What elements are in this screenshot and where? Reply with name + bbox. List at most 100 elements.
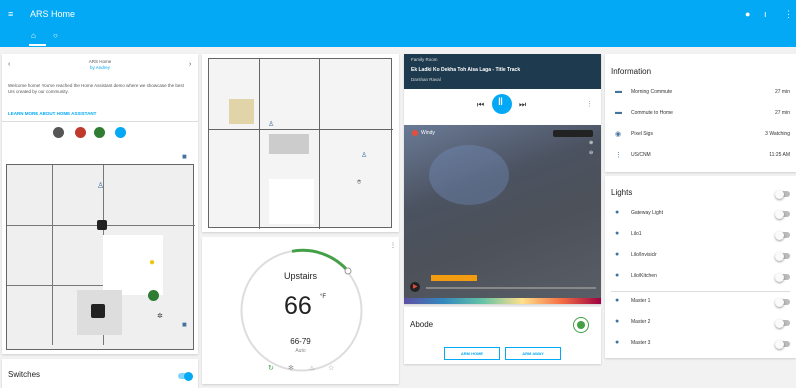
light-toggle [775,272,790,282]
switches-title: Switches [8,370,41,379]
map-label: Windy [421,130,435,136]
alarm-card: Abode ARM HOME ARM AWAY [404,307,601,364]
lightbulb-icon: ● [615,318,620,325]
light-row[interactable]: ● Gateway Light [605,205,796,225]
map-timeline-badge[interactable] [431,275,477,281]
divider [2,121,198,122]
auto-mode-icon[interactable]: ↻ [268,364,274,372]
welcome-author[interactable]: by Andrey [2,65,198,70]
alarm-name: Abode [410,320,434,329]
switch-toggle[interactable] [178,371,193,381]
lightbulb-icon: ● [615,272,620,279]
lightbulb-icon[interactable]: ● [149,257,155,268]
zoom-in-icon[interactable]: ⊕ [589,140,593,146]
thermostat-unit: °F [320,294,327,300]
zoom-out-icon[interactable]: ⊖ [589,150,593,156]
eco-mode-icon[interactable]: ☆ [328,364,334,372]
media-track: Ek Ladki Ko Dekha Toh Aisa Laga - Title … [411,67,521,73]
cool-mode-icon[interactable]: ✻ [288,364,294,372]
app-header: ≡ ARS Home ● ı ⋮ ⌂ ○ [0,0,796,47]
badge-icon[interactable] [53,127,64,138]
person-icon[interactable]: ♙ [97,181,104,190]
info-row[interactable]: ◉ Pixel Sigs 3 Watching [605,126,796,146]
switches-card: Switches [2,359,198,388]
alarm-status-icon[interactable] [573,317,589,333]
person-bedroom-icon[interactable]: ♙ [361,151,367,159]
bell-icon[interactable]: ● [745,9,750,19]
map-play-button[interactable]: ▶ [410,282,420,292]
light-toggle [775,209,790,219]
floorplan-image [6,164,195,350]
media-source: Family Room [411,57,438,62]
speaker-icon[interactable] [97,220,107,230]
floorplan-upstairs-image [208,58,393,229]
lightbulb-icon: ● [615,339,620,346]
thermostat-mode: Auto [295,348,306,354]
more-vert-icon[interactable]: ⋮ [390,242,396,249]
light-row[interactable]: ● Lilo/Invisiclr [605,247,796,267]
light-toggle [775,251,790,261]
sensor-badge-icon[interactable] [148,290,159,301]
weather-badge-icon[interactable] [115,127,126,138]
info-row[interactable]: ⋮ US/CNM 11:25 AM [605,147,796,167]
lightbulb-icon: ● [615,251,620,258]
lights-master-toggle[interactable] [775,189,790,199]
weather-map[interactable]: Windy ⊕ ⊖ ▶ [404,125,601,304]
heat-mode-icon[interactable]: ♨ [309,364,315,372]
camera-badge-icon[interactable] [75,127,86,138]
menu-icon[interactable]: ≡ [8,9,13,19]
lightbulb-icon: ● [615,230,620,237]
learn-more-link[interactable]: LEARN MORE ABOUT HOME ASSISTANT [8,111,96,116]
lightbulb-icon: ● [615,297,620,304]
info-row[interactable]: ▬ Commute to Home 27 min [605,105,796,125]
previous-icon[interactable]: ⏮ [477,100,484,110]
arm-away-button[interactable]: ARM AWAY [505,347,561,360]
arm-home-button[interactable]: ARM HOME [444,347,500,360]
welcome-card: ‹ › ARS Home by Andrey Welcome home! You… [2,54,198,354]
next-icon[interactable]: ⏭ [519,100,526,110]
light-row[interactable]: ● Lilo/Kitchen [605,268,796,288]
media-artist: Darshan Raval [411,77,441,82]
info-row[interactable]: ▬ Morning Commute 27 min [605,84,796,104]
media-card: Family Room Ek Ladki Ko Dekha Toh Aisa L… [404,54,601,125]
floorplan-card: ♙ ♙ ⌾ [202,54,399,232]
map-timeline[interactable] [426,287,596,289]
clock-icon: ⋮ [615,152,622,159]
lightbulb-icon: ● [615,209,620,216]
play-pause-button[interactable]: ‖ [492,94,512,114]
light-row[interactable]: ● Master 3 [605,335,796,355]
person-upstairs-icon[interactable]: ♙ [268,120,274,128]
thermostat-card: ⋮ Upstairs 66 °F 66-79 Auto ↻ ✻ ♨ ☆ [202,237,399,384]
light-row[interactable]: ● Lilo1 [605,226,796,246]
welcome-text: Welcome home! You've reached the Home As… [8,83,184,94]
status-badge-icon[interactable] [94,127,105,138]
circle-tab-icon[interactable]: ○ [53,31,58,41]
more-vert-icon[interactable]: ⋮ [586,100,593,108]
home-icon[interactable]: ⌂ [31,31,36,41]
eye-icon: ◉ [615,131,622,138]
camera-corner-icon[interactable]: ■ [182,152,187,161]
map-search[interactable] [553,130,593,137]
thermostat-range: 66-79 [290,337,311,346]
car-icon: ▬ [615,109,622,116]
light-row[interactable]: ● Master 1 [605,293,796,313]
car-icon: ▬ [615,88,622,95]
light-row[interactable]: ● Master 2 [605,314,796,334]
camera-device-icon[interactable] [91,304,105,318]
microphone-icon[interactable]: ı [764,9,767,19]
lights-card: Lights ● Gateway Light ● Lilo1 ● Lilo/Invis… [605,176,796,358]
fan-icon[interactable]: ✲ [157,312,163,320]
thermostat-name: Upstairs [283,271,317,281]
active-tab-indicator [29,44,46,46]
more-vert-icon[interactable]: ⋮ [784,9,793,19]
camera-corner-icon-2[interactable]: ■ [182,320,187,329]
thermostat-temp: 66 [284,292,312,320]
information-title: Information [611,67,652,76]
light-toggle [775,297,790,307]
lights-title: Lights [611,188,633,197]
light-toggle [775,318,790,328]
windy-logo-icon [412,130,418,136]
light-toggle [775,339,790,349]
lamp-icon[interactable]: ⌾ [357,179,361,187]
information-card: Information ▬ Morning Commute 27 min ▬ Comm… [605,54,796,172]
